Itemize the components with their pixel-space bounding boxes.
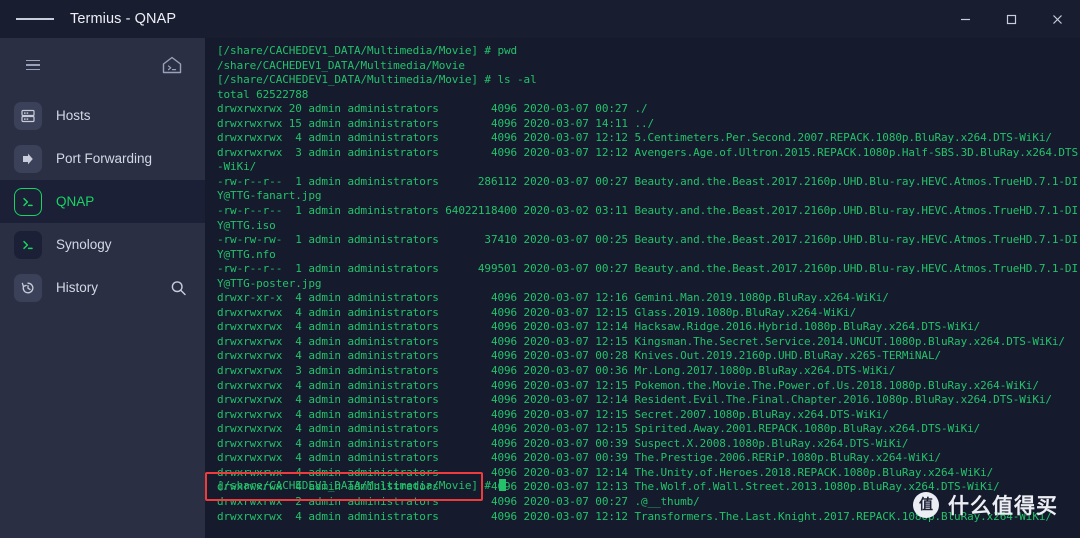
sidebar-item-qnap[interactable]: QNAP	[0, 180, 205, 223]
terminal-line: drwxrwxrwx 3 admin administrators 4096 2…	[217, 145, 1078, 174]
title-bar: Termius - QNAP	[0, 0, 1080, 38]
sidebar-item-port-forwarding[interactable]: Port Forwarding	[0, 137, 205, 180]
server-icon	[14, 101, 42, 130]
home-terminal-icon[interactable]	[161, 55, 183, 75]
terminal-line: drwxrwxrwx 4 admin administrators 4096 2…	[217, 349, 942, 363]
sidebar-items: Hosts Port Forwarding QNAP Synology Hist…	[0, 92, 205, 309]
terminal-cursor	[499, 479, 507, 491]
terminal-line: drwxrwxrwx 3 admin administrators 4096 2…	[217, 364, 896, 378]
terminal-line: drwxrwxrwx 4 admin administrators 4096 2…	[217, 509, 1052, 523]
terminal-line: -rw-rw-rw- 1 admin administrators 37410 …	[217, 233, 1078, 261]
terminal-output: [/share/CACHEDEV1_DATA/Multimedia/Movie]…	[217, 44, 1080, 524]
terminal-line: drwxrwxrwx 2 admin administrators 4096 2…	[217, 494, 700, 508]
terminal-line: -rw-r--r-- 1 admin administrators 286112…	[217, 174, 1078, 203]
collapse-menu-icon[interactable]	[22, 53, 44, 78]
sidebar-item-label: Synology	[56, 237, 112, 252]
terminal-line: drwxrwxrwx 15 admin administrators 4096 …	[217, 116, 655, 130]
terminal-line: drwxrwxrwx 4 admin administrators 4096 2…	[217, 422, 981, 436]
sidebar: Hosts Port Forwarding QNAP Synology Hist…	[0, 38, 205, 538]
terminal-icon	[14, 187, 42, 216]
maximize-icon[interactable]	[988, 0, 1034, 38]
terminal-icon	[14, 230, 42, 259]
minimize-icon[interactable]	[942, 0, 988, 38]
window-title: Termius - QNAP	[70, 11, 177, 27]
terminal-line: drwxrwxrwx 4 admin administrators 4096 2…	[217, 393, 1052, 407]
terminal-line: drwxrwxrwx 4 admin administrators 4096 2…	[217, 305, 857, 319]
terminal-line: drwxrwxrwx 4 admin administrators 4096 2…	[217, 451, 942, 465]
terminal-line: [/share/CACHEDEV1_DATA/Multimedia/Movie]…	[217, 73, 537, 87]
sidebar-item-synology[interactable]: Synology	[0, 223, 205, 266]
terminal-line: /share/CACHEDEV1_DATA/Multimedia/Movie	[217, 58, 465, 72]
sidebar-item-hosts[interactable]: Hosts	[0, 94, 205, 137]
sidebar-item-label: Port Forwarding	[56, 151, 153, 166]
termius-window: Termius - QNAP Hosts Port Forwarding QNA…	[0, 0, 1080, 538]
terminal-line: total 62522788	[217, 87, 309, 101]
window-controls	[942, 0, 1080, 38]
history-clock-icon	[14, 273, 42, 302]
terminal-prompt: [/share/CACHEDEV1_DATA/Multimedia/Movie]…	[217, 479, 507, 494]
sidebar-item-history[interactable]: History	[0, 266, 205, 309]
terminal-pane[interactable]: [/share/CACHEDEV1_DATA/Multimedia/Movie]…	[205, 38, 1080, 538]
window-body: Hosts Port Forwarding QNAP Synology Hist…	[0, 38, 1080, 538]
hamburger-icon[interactable]	[16, 0, 55, 38]
terminal-line: drwxrwxrwx 4 admin administrators 4096 2…	[217, 378, 1039, 392]
terminal-line: -rw-r--r-- 1 admin administrators 640221…	[217, 204, 1078, 232]
terminal-line: drwxrwxrwx 4 admin administrators 4096 2…	[217, 407, 889, 421]
terminal-line: drwxrwxrwx 4 admin administrators 4096 2…	[217, 131, 1052, 145]
terminal-line: drwxrwxrwx 4 admin administrators 4096 2…	[217, 320, 981, 334]
terminal-line: [/share/CACHEDEV1_DATA/Multimedia/Movie]…	[217, 44, 518, 57]
sidebar-item-label: QNAP	[56, 194, 95, 209]
terminal-line: drwxrwxrwx 4 admin administrators 4096 2…	[217, 436, 909, 450]
search-icon[interactable]	[170, 279, 187, 296]
sidebar-item-label: History	[56, 280, 99, 295]
terminal-line: drwxrwxrwx 4 admin administrators 4096 2…	[217, 334, 1065, 348]
sidebar-item-label: Hosts	[56, 108, 91, 123]
close-icon[interactable]	[1034, 0, 1080, 38]
terminal-line: drwxr-xr-x 4 admin administrators 4096 2…	[217, 291, 889, 305]
terminal-line: drwxrwxrwx 20 admin administrators 4096 …	[217, 102, 648, 116]
sidebar-header	[0, 38, 205, 92]
port-forward-icon	[14, 144, 42, 173]
terminal-line: -rw-r--r-- 1 admin administrators 499501…	[217, 262, 1078, 290]
prompt-text: [/share/CACHEDEV1_DATA/Multimedia/Movie]…	[217, 479, 498, 492]
